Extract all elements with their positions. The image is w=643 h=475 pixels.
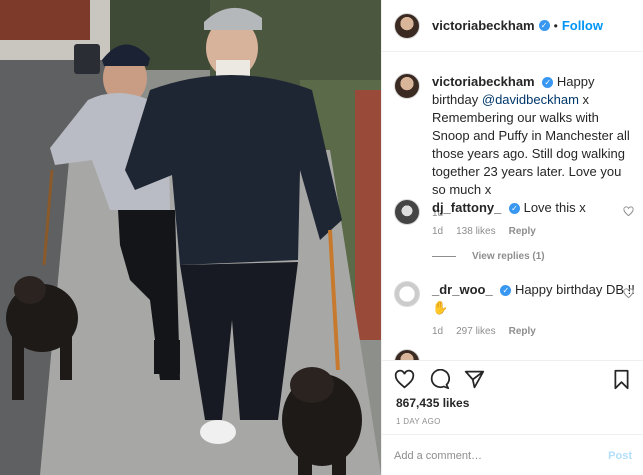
verified-icon: ✓ (538, 20, 550, 31)
comment-time[interactable]: 1d (432, 323, 443, 341)
like-comment-heart-icon[interactable] (623, 206, 634, 217)
comment-username[interactable]: dj_fattony_ (432, 200, 501, 215)
post-photo[interactable] (0, 0, 381, 475)
like-heart-icon[interactable] (394, 369, 415, 390)
caption-text-after: x Remembering our walks with Snoop and P… (432, 92, 630, 197)
comment-item: dj_fattony_ ✓ Love this x 1d 138 likes R… (394, 199, 639, 241)
post-panel: victoriabeckham ✓ • Follow victoriabeckh… (381, 0, 643, 475)
verified-icon: ✓ (508, 203, 520, 215)
comment-item-partial (394, 349, 639, 360)
comment-username[interactable]: _dr_woo_ (432, 282, 493, 297)
comment-avatar[interactable] (394, 349, 420, 360)
comment-meta: 1d 297 likes Reply (432, 323, 637, 341)
comment-meta: 1d 138 likes Reply (432, 223, 637, 241)
post-actions: 867,435 likes 1 DAY AGO Post (382, 360, 643, 475)
separator-dot: • (553, 18, 558, 33)
action-icons (394, 369, 485, 390)
comment-body: _dr_woo_ ✓ Happy birthday DB !! ✋ 1d 297… (432, 281, 637, 341)
post-header: victoriabeckham ✓ • Follow (382, 0, 643, 52)
caption-mention-link[interactable]: @davidbeckham (482, 92, 579, 107)
post-date[interactable]: 1 DAY AGO (396, 417, 441, 426)
post-comment-button[interactable]: Post (608, 450, 632, 462)
author-username[interactable]: victoriabeckham (432, 18, 535, 33)
verified-icon: ✓ (500, 285, 512, 297)
author-avatar[interactable] (394, 12, 420, 39)
comment-body: dj_fattony_ ✓ Love this x 1d 138 likes R… (432, 199, 637, 241)
comment-avatar[interactable] (394, 199, 420, 225)
view-replies-button[interactable]: View replies (1) (432, 251, 545, 262)
follow-button[interactable]: Follow (562, 18, 603, 33)
comments-section[interactable]: victoriabeckham ✓ Happy birthday @davidb… (382, 53, 643, 360)
reply-button[interactable]: Reply (509, 223, 536, 241)
comment-input[interactable] (394, 449, 609, 462)
like-comment-heart-icon[interactable] (623, 288, 634, 299)
comment-avatar[interactable] (394, 281, 420, 307)
comment-time[interactable]: 1d (432, 223, 443, 241)
reply-button[interactable]: Reply (509, 323, 536, 341)
replies-line (432, 256, 456, 257)
caption-avatar[interactable] (394, 73, 420, 99)
comment-bubble-icon[interactable] (429, 369, 450, 390)
view-replies-label: View replies (1) (472, 251, 545, 262)
comment-text: Love this x (523, 200, 586, 215)
comment-likes[interactable]: 297 likes (456, 323, 495, 341)
bookmark-icon[interactable] (611, 369, 632, 390)
verified-icon: ✓ (542, 77, 554, 89)
comment-likes[interactable]: 138 likes (456, 223, 495, 241)
comment-item: _dr_woo_ ✓ Happy birthday DB !! ✋ 1d 297… (394, 281, 639, 341)
photo-image (0, 0, 381, 475)
add-comment-bar: Post (382, 434, 643, 475)
likes-count[interactable]: 867,435 likes (396, 396, 469, 410)
caption-username[interactable]: victoriabeckham (432, 74, 535, 89)
share-paper-plane-icon[interactable] (464, 369, 485, 390)
